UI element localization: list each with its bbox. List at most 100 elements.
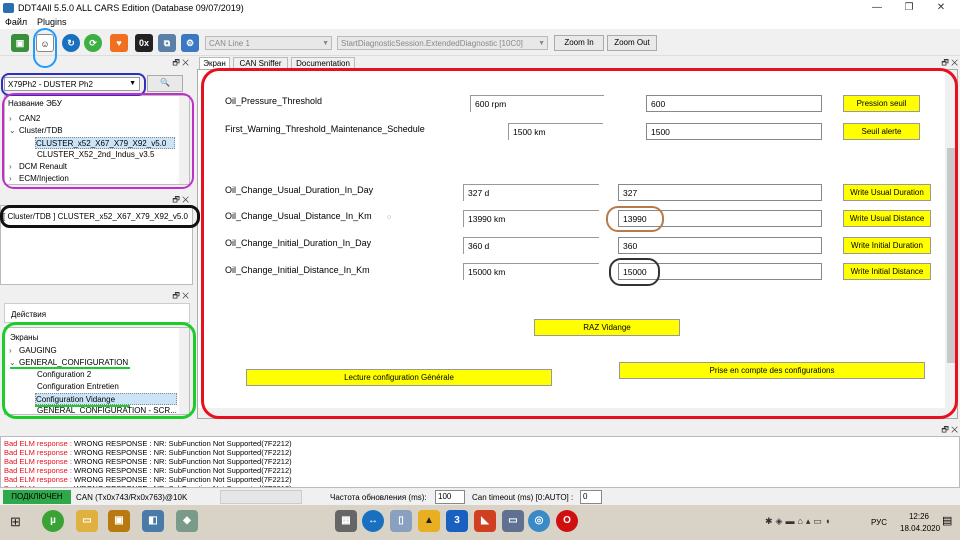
app-icon-1[interactable]: ▣ — [108, 510, 130, 532]
write-initial-distance-button[interactable]: Write Initial Distance — [843, 263, 931, 280]
utorrent-icon[interactable]: µ — [42, 510, 64, 532]
language-indicator[interactable]: РУС — [871, 518, 887, 527]
read-general-configuration-button[interactable]: Lecture configuration G‌énérale — [246, 369, 552, 386]
param-input[interactable]: 15000 — [618, 263, 822, 280]
tree-item-config-entretien[interactable]: Configuration Entretien — [37, 381, 119, 393]
ecu-scan-icon[interactable]: ☺ — [36, 34, 54, 52]
vehicle-select[interactable]: X79Ph2 - DUSTER Ph2 ▼ — [4, 77, 140, 91]
param-input[interactable]: 13990 — [618, 210, 822, 227]
panel-controls[interactable]: 🗗 ✕ — [0, 290, 193, 302]
pression-seuil-button[interactable]: Pression seuil — [843, 95, 920, 112]
write-initial-duration-button[interactable]: Write Initial Duration — [843, 237, 931, 254]
write-usual-duration-button[interactable]: Write Usual Duration — [843, 184, 931, 201]
teamviewer-icon[interactable]: ↔ — [362, 510, 384, 532]
clock-date[interactable]: 18.04.2020 — [900, 524, 940, 533]
tree-item-label: CLUSTER_x52_X67_X79_X92_v5.0 — [36, 139, 167, 148]
refresh-icon[interactable]: ↻ — [62, 34, 80, 52]
tree-item-label: DCM Renault — [19, 162, 68, 171]
param-label: Oil_Change_Usual_Distance_In_Km — [225, 211, 372, 221]
chevron-right-icon: › — [9, 346, 12, 355]
zoom-in-button[interactable]: Zoom In — [554, 35, 604, 51]
log-message: WRONG RESPONSE : NR: SubFunction Not Sup… — [71, 466, 292, 475]
horizontal-scrollbar[interactable] — [198, 408, 946, 418]
raz-vidange-button[interactable]: RAZ Vidange — [534, 319, 680, 336]
can-line-select[interactable]: CAN Line 1 ▼ — [205, 36, 332, 50]
log-line: Bad ELM response : WRONG RESPONSE : NR: … — [4, 457, 956, 466]
tree-item-dcm[interactable]: › DCM Renault — [9, 161, 67, 173]
windows-start-icon[interactable]: ⊞ — [10, 514, 21, 530]
apply-configurations-button[interactable]: Prise en compte des configurations — [619, 362, 925, 379]
connect-icon[interactable]: ▣ — [11, 34, 29, 52]
scrollbar[interactable] — [179, 96, 189, 184]
tree-item-cluster[interactable]: ⌄ Cluster/TDB — [9, 125, 63, 137]
tree-item-general-config-scr[interactable]: GENERAL_CONFIGURATION - SCR... — [37, 405, 177, 414]
tray-icons[interactable]: ✱◈▬⌂▴▭◖ — [765, 516, 833, 527]
chip-icon[interactable]: ▦ — [335, 510, 357, 532]
menu-file[interactable]: Файл — [5, 17, 27, 27]
ecu-tree-header: Название ЭБУ — [8, 99, 62, 108]
param-value: 15000 km — [463, 263, 599, 280]
bin-icon[interactable]: ▯ — [390, 510, 412, 532]
log-prefix: Bad ELM response : — [4, 457, 72, 466]
param-input[interactable]: 1500 — [646, 123, 822, 140]
screens-tree-header: Экраны — [10, 333, 39, 342]
progress-bar — [220, 490, 302, 504]
panel-controls[interactable]: 🗗 ✕ — [930, 424, 958, 436]
app-icon-2[interactable]: ◧ — [142, 510, 164, 532]
refresh-spinbox[interactable]: 100 — [435, 490, 465, 504]
scrollbar[interactable] — [179, 328, 189, 414]
notifications-icon[interactable]: ▤ — [942, 514, 952, 527]
ddt4all-icon[interactable]: ◆ — [176, 510, 198, 532]
tree-item-cluster-v3[interactable]: CLUSTER_X52_2nd_Indus_v3.5 — [37, 149, 154, 161]
warning-icon[interactable]: ▲ — [418, 510, 440, 532]
monitor-icon[interactable]: ▭ — [502, 510, 524, 532]
opera-icon[interactable]: O — [556, 510, 578, 532]
tree-item-ecm[interactable]: › ECM/Injection — [9, 173, 69, 184]
tools-icon[interactable]: ⚙ — [181, 34, 199, 52]
param-input[interactable]: 327 — [618, 184, 822, 201]
minimize-button[interactable]: — — [862, 0, 892, 16]
heart-icon[interactable]: ♥ — [110, 34, 128, 52]
app-icon-3[interactable]: ◣ — [474, 510, 496, 532]
chevron-down-icon: ⌄ — [9, 358, 16, 367]
tree-item-config-vidange[interactable]: Configuration Vidange — [35, 393, 177, 405]
param-label: Oil_Change_Usual_Duration_In_Day — [225, 185, 374, 195]
can-info: CAN (Tx0x743/Rx0x763)@10K — [76, 493, 188, 502]
vehicle-search-button[interactable]: 🔍 — [147, 75, 183, 92]
clock-time[interactable]: 12:26 — [904, 512, 934, 521]
scrollbar-thumb[interactable] — [947, 148, 955, 363]
three-icon[interactable]: 3 — [446, 510, 468, 532]
close-button[interactable]: ✕ — [926, 0, 956, 16]
network-icon[interactable]: ⧉ — [158, 34, 176, 52]
zoom-out-button[interactable]: Zoom Out — [607, 35, 657, 51]
seuil-alerte-button[interactable]: Seuil alerte — [843, 123, 920, 140]
vertical-scrollbar[interactable] — [945, 70, 957, 418]
param-input[interactable]: 360 — [618, 237, 822, 254]
log-line: Bad ELM response : WRONG RESPONSE : NR: … — [4, 448, 956, 457]
tree-item-can2[interactable]: › CAN2 — [9, 113, 40, 125]
session-select[interactable]: StartDiagnosticSession.ExtendedDiagnosti… — [337, 36, 548, 50]
actions-header: Действия — [11, 310, 47, 319]
tree-item-config2[interactable]: Configuration 2 — [37, 369, 91, 381]
browser-icon[interactable]: ◎ — [528, 510, 550, 532]
param-value: 327 d — [463, 184, 599, 201]
hex-icon[interactable]: 0x — [135, 34, 153, 52]
reload-icon[interactable]: ⟳ — [84, 34, 102, 52]
tree-item-general-config[interactable]: ⌄ GENERAL_CONFIGURATION — [9, 357, 128, 369]
selected-ecu-label[interactable]: [ Cluster/TDB ] CLUSTER_x52_X67_X79_X92_… — [3, 212, 188, 221]
panel-controls[interactable]: 🗗 ✕ — [930, 57, 958, 69]
timeout-spinbox[interactable]: 0 — [580, 490, 602, 504]
tree-item-label: ECM/Injection — [19, 174, 69, 183]
explorer-icon[interactable]: ▭ — [76, 510, 98, 532]
write-usual-distance-button[interactable]: Write Usual Distance — [843, 210, 931, 227]
log-message: WRONG RESPONSE : NR: SubFunction Not Sup… — [71, 475, 292, 484]
tree-item-gauging[interactable]: › GAUGING — [9, 345, 57, 357]
panel-controls[interactable]: 🗗 ✕ — [0, 57, 193, 69]
tree-item-label: Cluster/TDB — [19, 126, 63, 135]
tree-item-cluster-v5[interactable]: CLUSTER_x52_X67_X79_X92_v5.0 — [35, 137, 175, 149]
maximize-button[interactable]: ❐ — [894, 0, 924, 16]
chevron-down-icon: ▼ — [129, 80, 136, 87]
menu-plugins[interactable]: Plugins — [37, 17, 67, 27]
param-input[interactable]: 600 — [646, 95, 822, 112]
log-prefix: Bad ELM response : — [4, 466, 72, 475]
